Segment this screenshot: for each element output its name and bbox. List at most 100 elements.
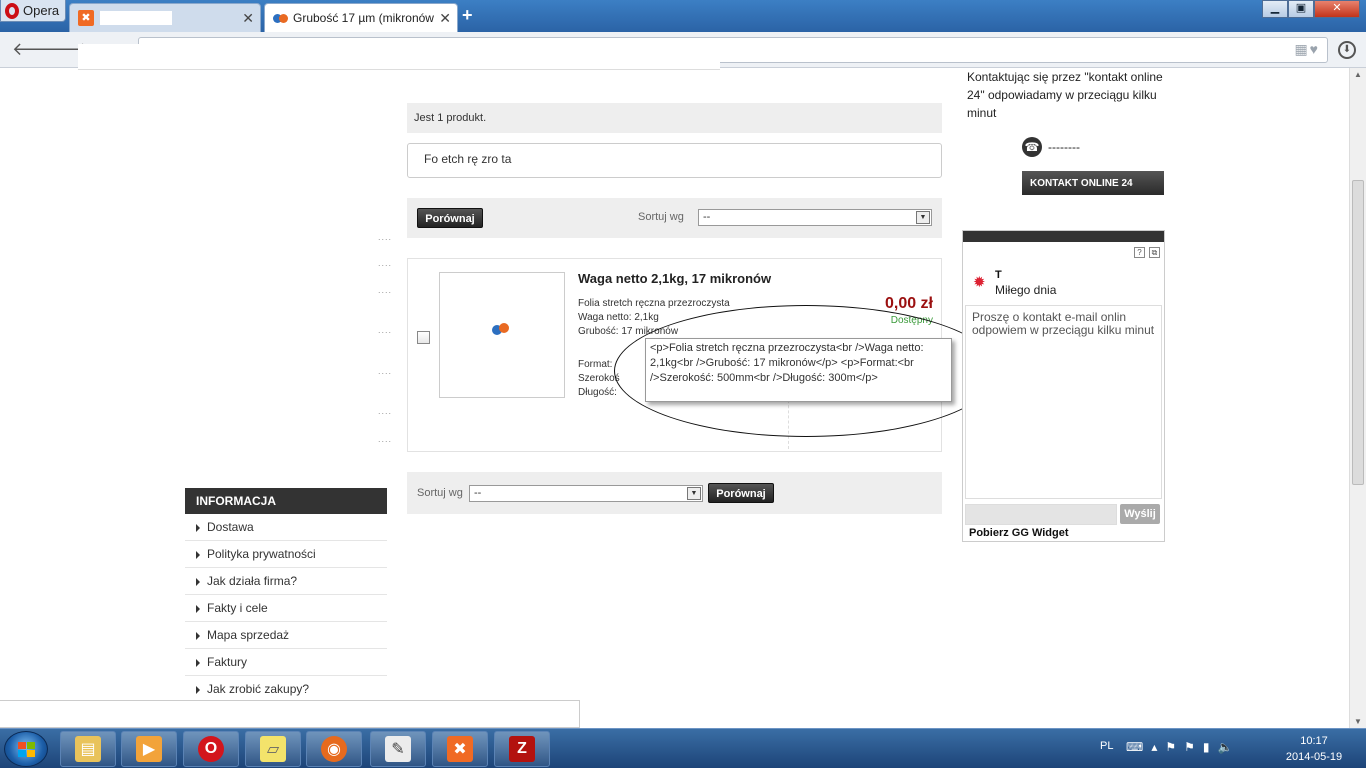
popout-icon[interactable]: ⧉: [1149, 247, 1160, 258]
product-description-format: Format: Szerokość: 500mm Długość: 300m: [578, 358, 620, 400]
opera-icon: O: [198, 736, 224, 762]
sort-label: Sortuj wg: [638, 211, 684, 223]
info-link-privacy[interactable]: Polityka prywatności: [185, 541, 387, 568]
sticky-notes-icon: ▱: [260, 736, 286, 762]
product-description: Folia stretch ręczna przezroczysta Waga …: [578, 297, 730, 339]
contact-online-button[interactable]: KONTAKT ONLINE 24: [1022, 171, 1164, 195]
html-tooltip: <p>Folia stretch ręczna przezroczysta<br…: [645, 338, 952, 402]
site-favicon-icon: [273, 11, 289, 25]
dotted-divider: ....: [378, 406, 393, 416]
window-controls: ▁ ▣ ✕: [1262, 0, 1360, 18]
taskbar-xampp[interactable]: ✖: [432, 731, 488, 767]
chevron-down-icon[interactable]: ▼: [687, 487, 701, 500]
close-window-button[interactable]: ✕: [1314, 0, 1360, 18]
scrollbar-thumb[interactable]: [1352, 180, 1364, 485]
gg-chat-widget: ? ⧉ ✹ T Miłego dnia Proszę o kontakt e-m…: [962, 230, 1165, 542]
firefox-icon: ◉: [321, 736, 347, 762]
product-count: Jest 1 produkt.: [407, 103, 942, 133]
gg-send-button[interactable]: Wyślij: [1120, 504, 1160, 524]
taskbar-explorer[interactable]: ▤: [60, 731, 116, 767]
tab-title-redacted: [100, 11, 172, 25]
dotted-divider: ....: [378, 258, 393, 268]
sort-select-value: --: [474, 487, 482, 499]
clock-date[interactable]: 2014-05-19: [1284, 751, 1344, 763]
new-tab-button[interactable]: +: [462, 5, 473, 26]
gg-header-bar: [963, 231, 1164, 242]
help-icon[interactable]: ?: [1134, 247, 1145, 258]
contact-info-text: Kontaktując się przez "kontakt online 24…: [967, 70, 1163, 120]
download-icon[interactable]: ⬇: [1338, 41, 1356, 59]
windows-taskbar: ▤ ▶ O ▱ ◉ ✎ ✖ Z PL ⌨▴⚑⚑▮🔈 10:17 2014-05-…: [0, 728, 1366, 768]
bottom-sort-toolbar: Sortuj wg -- ▼ Porównaj: [407, 472, 942, 514]
phone-number: --------: [1048, 140, 1080, 154]
info-link-invoices[interactable]: Faktury: [185, 649, 387, 676]
top-sort-toolbar: Porównaj Sortuj wg -- ▼: [407, 198, 942, 238]
desc-line: Grubość: 17 mikronów: [578, 326, 679, 337]
opera-menu-button[interactable]: Opera: [0, 0, 66, 22]
taskbar-media-player[interactable]: ▶: [121, 731, 177, 767]
gg-status-icon: ✹: [973, 274, 986, 291]
desc-line: Długość: 300m: [578, 387, 620, 398]
tab-close-icon[interactable]: ✕: [242, 10, 254, 27]
sort-select-value: --: [703, 211, 711, 223]
sort-select[interactable]: -- ▼: [698, 209, 932, 226]
info-link-how-it-works[interactable]: Jak działa firma?: [185, 568, 387, 595]
product-image[interactable]: [439, 272, 565, 398]
speed-dial-heart-icons[interactable]: ▦♥: [1294, 41, 1320, 58]
tab-close-icon[interactable]: ✕: [439, 10, 451, 27]
filezilla-icon: Z: [509, 736, 535, 762]
opera-logo-icon: [5, 2, 19, 19]
chevron-down-icon[interactable]: ▼: [916, 211, 930, 224]
compare-checkbox[interactable]: [417, 331, 430, 344]
product-price: 0,00 zł: [884, 295, 933, 312]
windows-logo-icon: [18, 742, 36, 758]
desc-line: Szerokość: 500mm: [578, 373, 620, 384]
start-button[interactable]: [4, 731, 48, 767]
opera-menu-label: Opera: [23, 3, 60, 18]
dotted-divider: ....: [378, 366, 393, 376]
sort-select[interactable]: -- ▼: [469, 485, 703, 502]
desc-line: Folia stretch ręczna przezroczysta: [578, 298, 730, 309]
scroll-up-icon[interactable]: ▲: [1354, 70, 1362, 79]
phone-icon: ☎: [1022, 137, 1042, 157]
gg-message-input[interactable]: [965, 504, 1117, 525]
desc-line: Format:: [578, 359, 613, 370]
taskbar-firefox[interactable]: ◉: [306, 731, 362, 767]
language-indicator[interactable]: PL: [1100, 740, 1113, 752]
clock-time[interactable]: 10:17: [1284, 735, 1344, 747]
info-link-sales-map[interactable]: Mapa sprzedaż: [185, 622, 387, 649]
tab-title: Grubość 17 µm (mikronów: [293, 11, 434, 25]
browser-tab-1[interactable]: ✖ ✕: [69, 3, 261, 32]
taskbar-filezilla[interactable]: Z: [494, 731, 550, 767]
maximize-button[interactable]: ▣: [1288, 0, 1314, 18]
redaction-overlay: [78, 44, 720, 70]
desc-line: Waga netto: 2,1kg: [578, 312, 659, 323]
sort-label: Sortuj wg: [417, 487, 463, 499]
dotted-divider: ....: [378, 434, 393, 444]
info-link-how-to-buy[interactable]: Jak zrobić zakupy?: [185, 676, 387, 703]
compare-button[interactable]: Porównaj: [708, 483, 774, 503]
info-link-dostawa[interactable]: Dostawa: [185, 514, 387, 541]
dotted-divider: ....: [378, 232, 393, 242]
scroll-down-icon[interactable]: ▼: [1354, 717, 1362, 726]
availability-status: Dostępny: [890, 315, 933, 326]
compare-button[interactable]: Porównaj: [417, 208, 483, 228]
explorer-icon: ▤: [75, 736, 101, 762]
brand-logo-icon: [492, 323, 512, 337]
tray-icons[interactable]: ⌨▴⚑⚑▮🔈: [1126, 740, 1240, 754]
taskbar-opera[interactable]: O: [183, 731, 239, 767]
info-menu-header: INFORMACJA: [185, 488, 387, 514]
page-scrollbar[interactable]: ▲ ▼: [1349, 68, 1366, 728]
browser-tab-bar: Opera ✖ ✕ Grubość 17 µm (mikronów ✕ + ▁ …: [0, 0, 1366, 32]
media-player-icon: ▶: [136, 736, 162, 762]
taskbar-notepad[interactable]: ✎: [370, 731, 426, 767]
taskbar-sticky-notes[interactable]: ▱: [245, 731, 301, 767]
minimize-button[interactable]: ▁: [1262, 0, 1288, 18]
gg-download-link[interactable]: Pobierz GG Widget: [969, 527, 1069, 539]
gg-message-area: Proszę o kontakt e-mail onlin odpowiem w…: [965, 305, 1162, 499]
browser-tab-2-active[interactable]: Grubość 17 µm (mikronów ✕: [264, 3, 458, 32]
info-link-facts[interactable]: Fakty i cele: [185, 595, 387, 622]
xampp-icon: ✖: [447, 736, 473, 762]
dotted-divider: ....: [378, 285, 393, 295]
product-name-link[interactable]: Waga netto 2,1kg, 17 mikronów: [578, 271, 771, 286]
